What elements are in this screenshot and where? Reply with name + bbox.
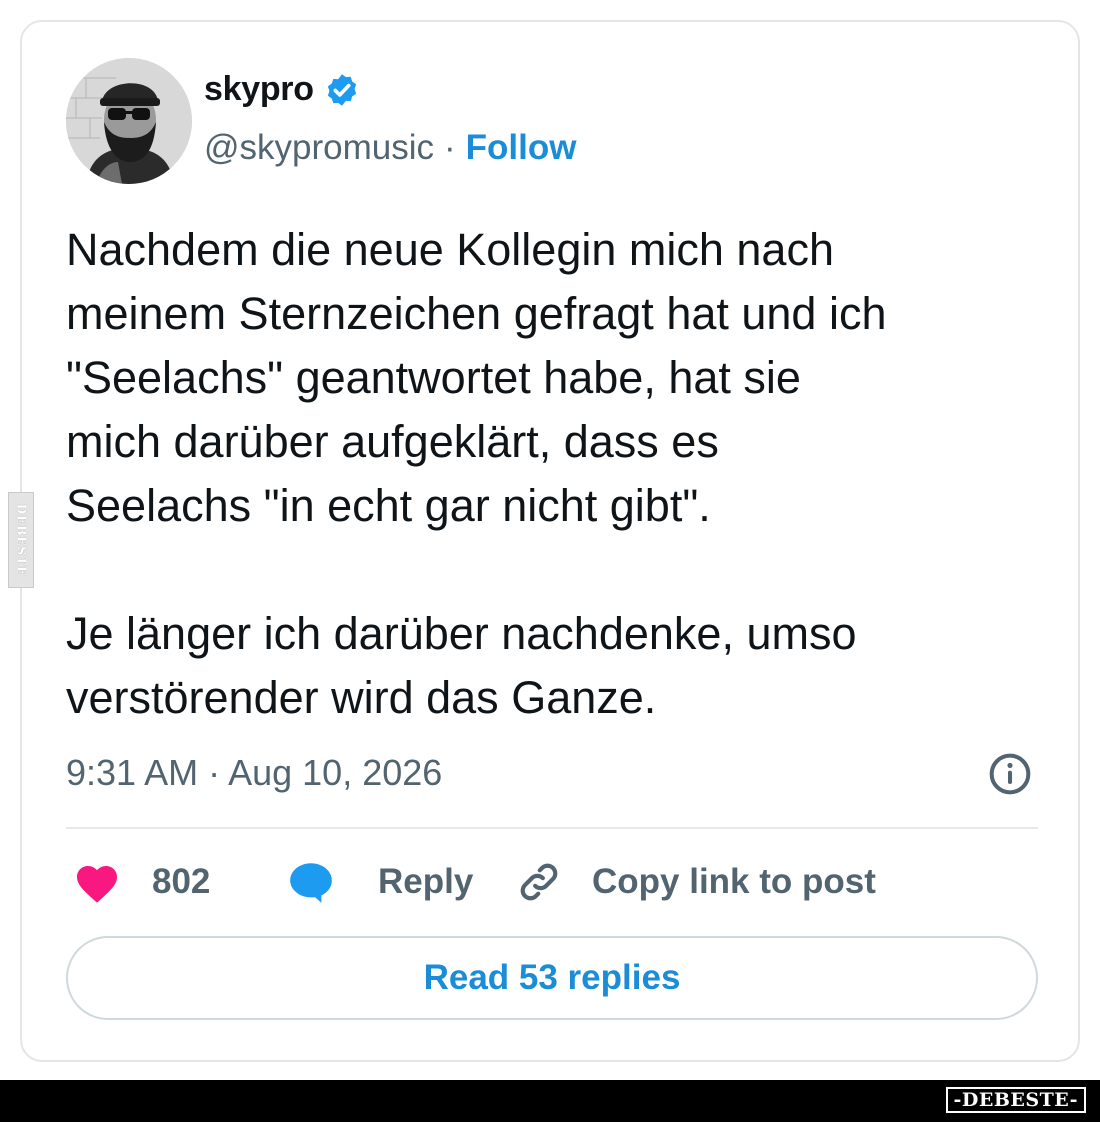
footer-bar: -DEBESTE- [0,1080,1100,1122]
speech-bubble-icon [290,863,332,903]
tweet-text: Nachdem die neue Kollegin mich nach mein… [66,224,887,723]
action-bar: 802 Reply Copy link to post [66,857,1038,907]
side-watermark-text: DEBESTE [14,503,28,577]
read-replies-button[interactable]: Read 53 replies [66,936,1038,1020]
copy-link-label: Copy link to post [592,862,876,901]
follow-button[interactable]: Follow [466,128,577,168]
verified-badge-icon [327,73,356,106]
like-button[interactable]: 802 [72,857,210,907]
author-name-row: skypro [204,70,360,109]
info-icon[interactable] [988,752,1032,796]
author-avatar[interactable] [66,58,192,184]
avatar-photo [66,58,192,184]
heart-icon [77,866,117,903]
tweet-card: skypro @skypromusic · Follow Nachdem die… [20,20,1080,1062]
reply-button[interactable]: Reply [286,857,473,907]
handle-separator: · [444,128,456,167]
author-handle[interactable]: @skypromusic [204,128,434,168]
tweet-timestamp[interactable]: 9:31 AM · Aug 10, 2026 [66,752,442,794]
copy-link-button[interactable]: Copy link to post [516,857,876,907]
reply-label: Reply [378,862,474,901]
link-icon [520,863,558,901]
side-watermark: DEBESTE [8,492,34,588]
like-count: 802 [152,862,211,901]
author-handle-row: @skypromusic · Follow [204,128,576,168]
footer-brand-logo: -DEBESTE- [945,1087,1086,1113]
divider [66,827,1038,829]
author-display-name[interactable]: skypro [204,70,314,109]
